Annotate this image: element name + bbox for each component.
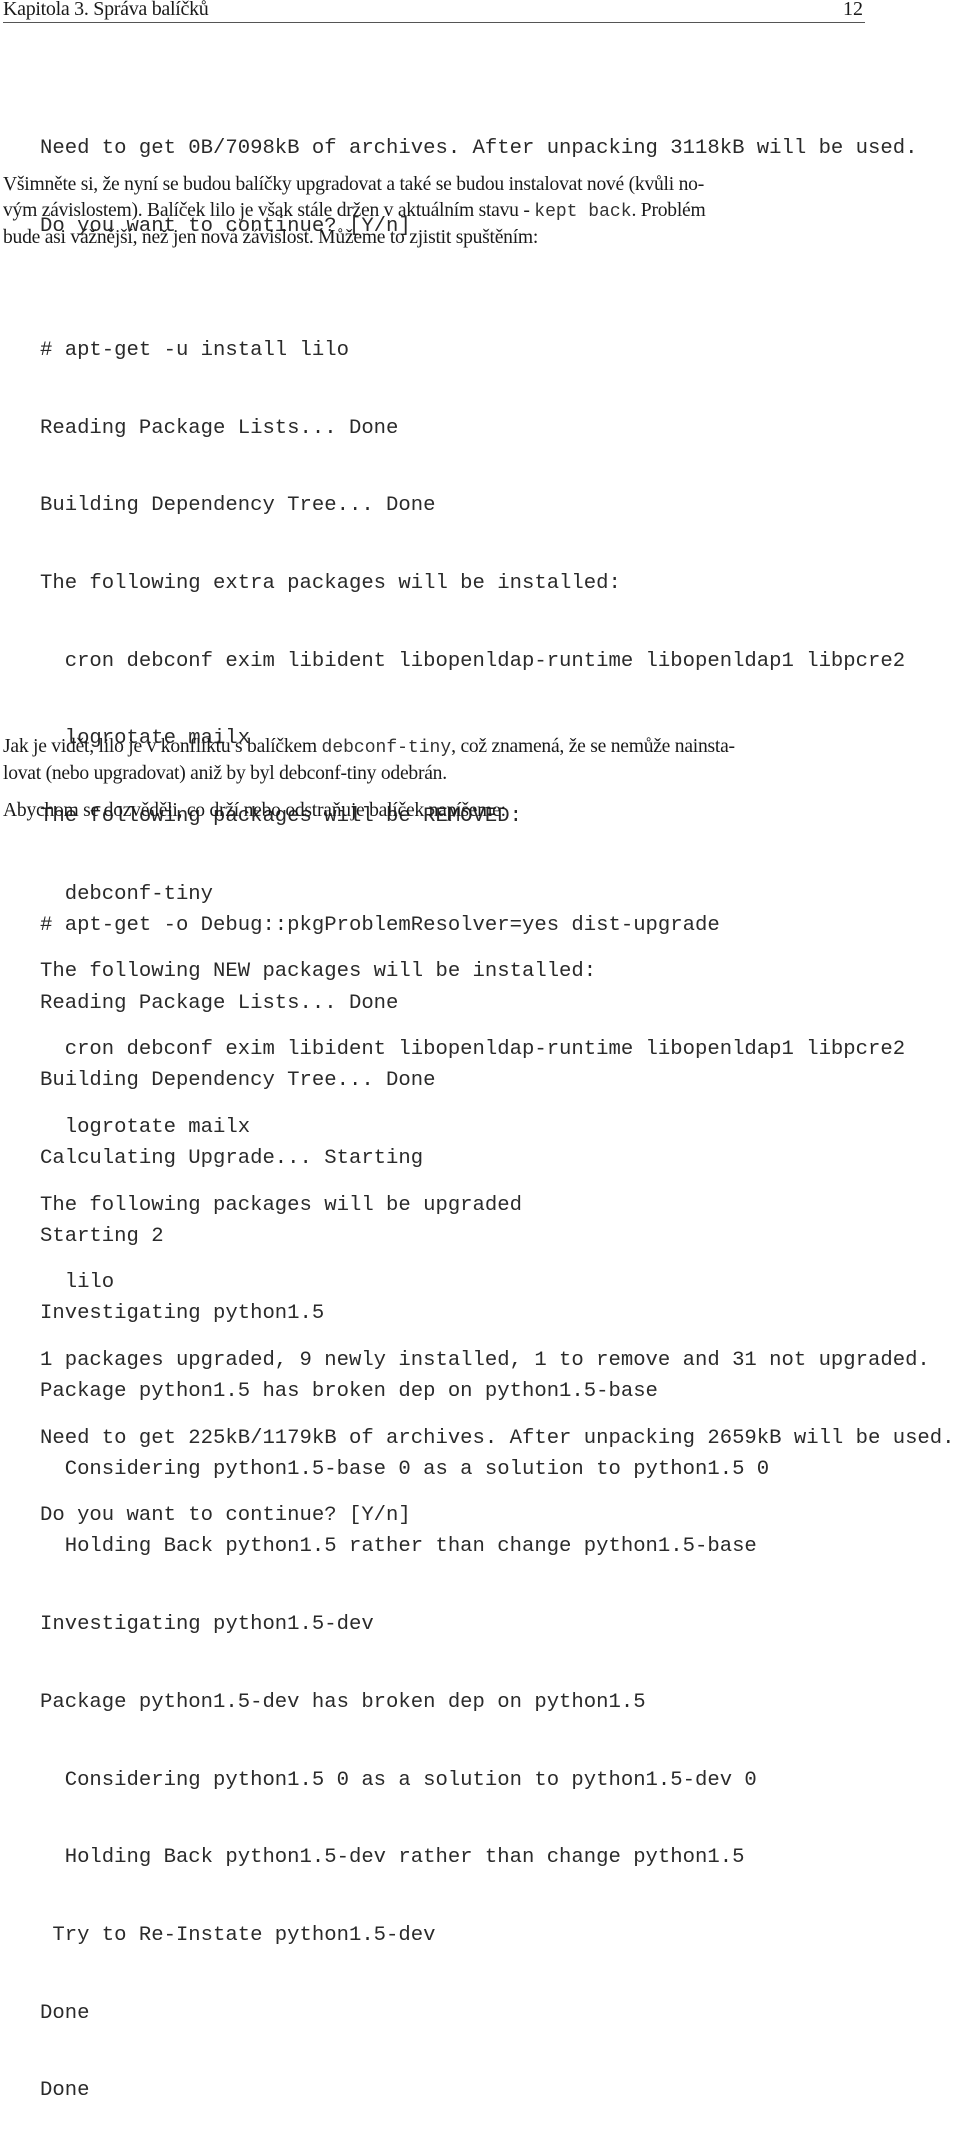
terminal-line: Investigating python1.5 <box>40 1302 325 1326</box>
inline-code: kept back <box>534 202 632 222</box>
terminal-line: Try to Re-Instate python1.5-dev <box>40 1923 436 1947</box>
terminal-line: # apt-get -o Debug::pkgProblemResolver=y… <box>40 913 720 937</box>
terminal-line: Reading Package Lists... Done <box>40 416 399 440</box>
paragraph-line: bude asi vážnější, než jen nová závislos… <box>3 227 539 248</box>
terminal-line: Done <box>40 2079 90 2103</box>
terminal-line: The following extra packages will be ins… <box>40 571 621 595</box>
text: , což znamená, že se nemůže nainsta- <box>451 736 735 757</box>
terminal-line: Considering python1.5 0 as a solution to… <box>40 1768 757 1792</box>
terminal-line: Considering python1.5-base 0 as a soluti… <box>40 1457 770 1481</box>
paragraph-line: Abychom se dozvěděli, co drží nebo odstr… <box>3 800 506 821</box>
terminal-line: Package python1.5 has broken dep on pyth… <box>40 1380 658 1404</box>
page-number: 12 <box>843 0 863 20</box>
terminal-line: Building Dependency Tree... Done <box>40 494 436 518</box>
text: . Problém <box>631 200 706 221</box>
terminal-line: Reading Package Lists... Done <box>40 991 399 1015</box>
terminal-line: # apt-get -u install lilo <box>40 338 349 362</box>
terminal-line: cron debconf exim libident libopenldap-r… <box>40 649 906 673</box>
paragraph-line: lovat (nebo upgradovat) aniž by byl debc… <box>3 763 447 784</box>
paragraph-line: vým závislostem). Balíček lilo je však s… <box>3 198 868 225</box>
inline-code: debconf-tiny <box>321 738 452 758</box>
text: Jak je vidět, lilo je v konfliktu s balí… <box>3 736 322 757</box>
text: vým závislostem). Balíček lilo je však s… <box>3 200 535 221</box>
chapter-title: Kapitola 3. Správa balíčků <box>3 0 209 20</box>
terminal-line: Done <box>40 2001 90 2025</box>
terminal-line: Holding Back python1.5-dev rather than c… <box>40 1846 745 1870</box>
paragraph-kept-back: Všimněte si, že nyní se budou balíčky up… <box>3 172 868 251</box>
terminal-line: Investigating python1.5-dev <box>40 1613 374 1637</box>
running-header: Kapitola 3. Správa balíčků 12 <box>3 0 865 23</box>
terminal-line: Building Dependency Tree... Done <box>40 1069 436 1093</box>
terminal-output-block-3: # apt-get -o Debug::pkgProblemResolver=y… <box>40 861 769 2130</box>
terminal-line: Holding Back python1.5 rather than chang… <box>40 1535 757 1559</box>
paragraph-line: Všimněte si, že nyní se budou balíčky up… <box>3 174 704 195</box>
paragraph-intro-debug: Abychom se dozvěděli, co drží nebo odstr… <box>3 798 868 824</box>
terminal-line: Calculating Upgrade... Starting <box>40 1146 424 1170</box>
terminal-line: Starting 2 <box>40 1224 164 1248</box>
terminal-line: Need to get 0B/7098kB of archives. After… <box>40 136 918 160</box>
paragraph-line: Jak je vidět, lilo je v konfliktu s balí… <box>3 734 868 761</box>
terminal-line: Package python1.5-dev has broken dep on … <box>40 1690 646 1714</box>
paragraph-conflict: Jak je vidět, lilo je v konfliktu s balí… <box>3 734 868 787</box>
